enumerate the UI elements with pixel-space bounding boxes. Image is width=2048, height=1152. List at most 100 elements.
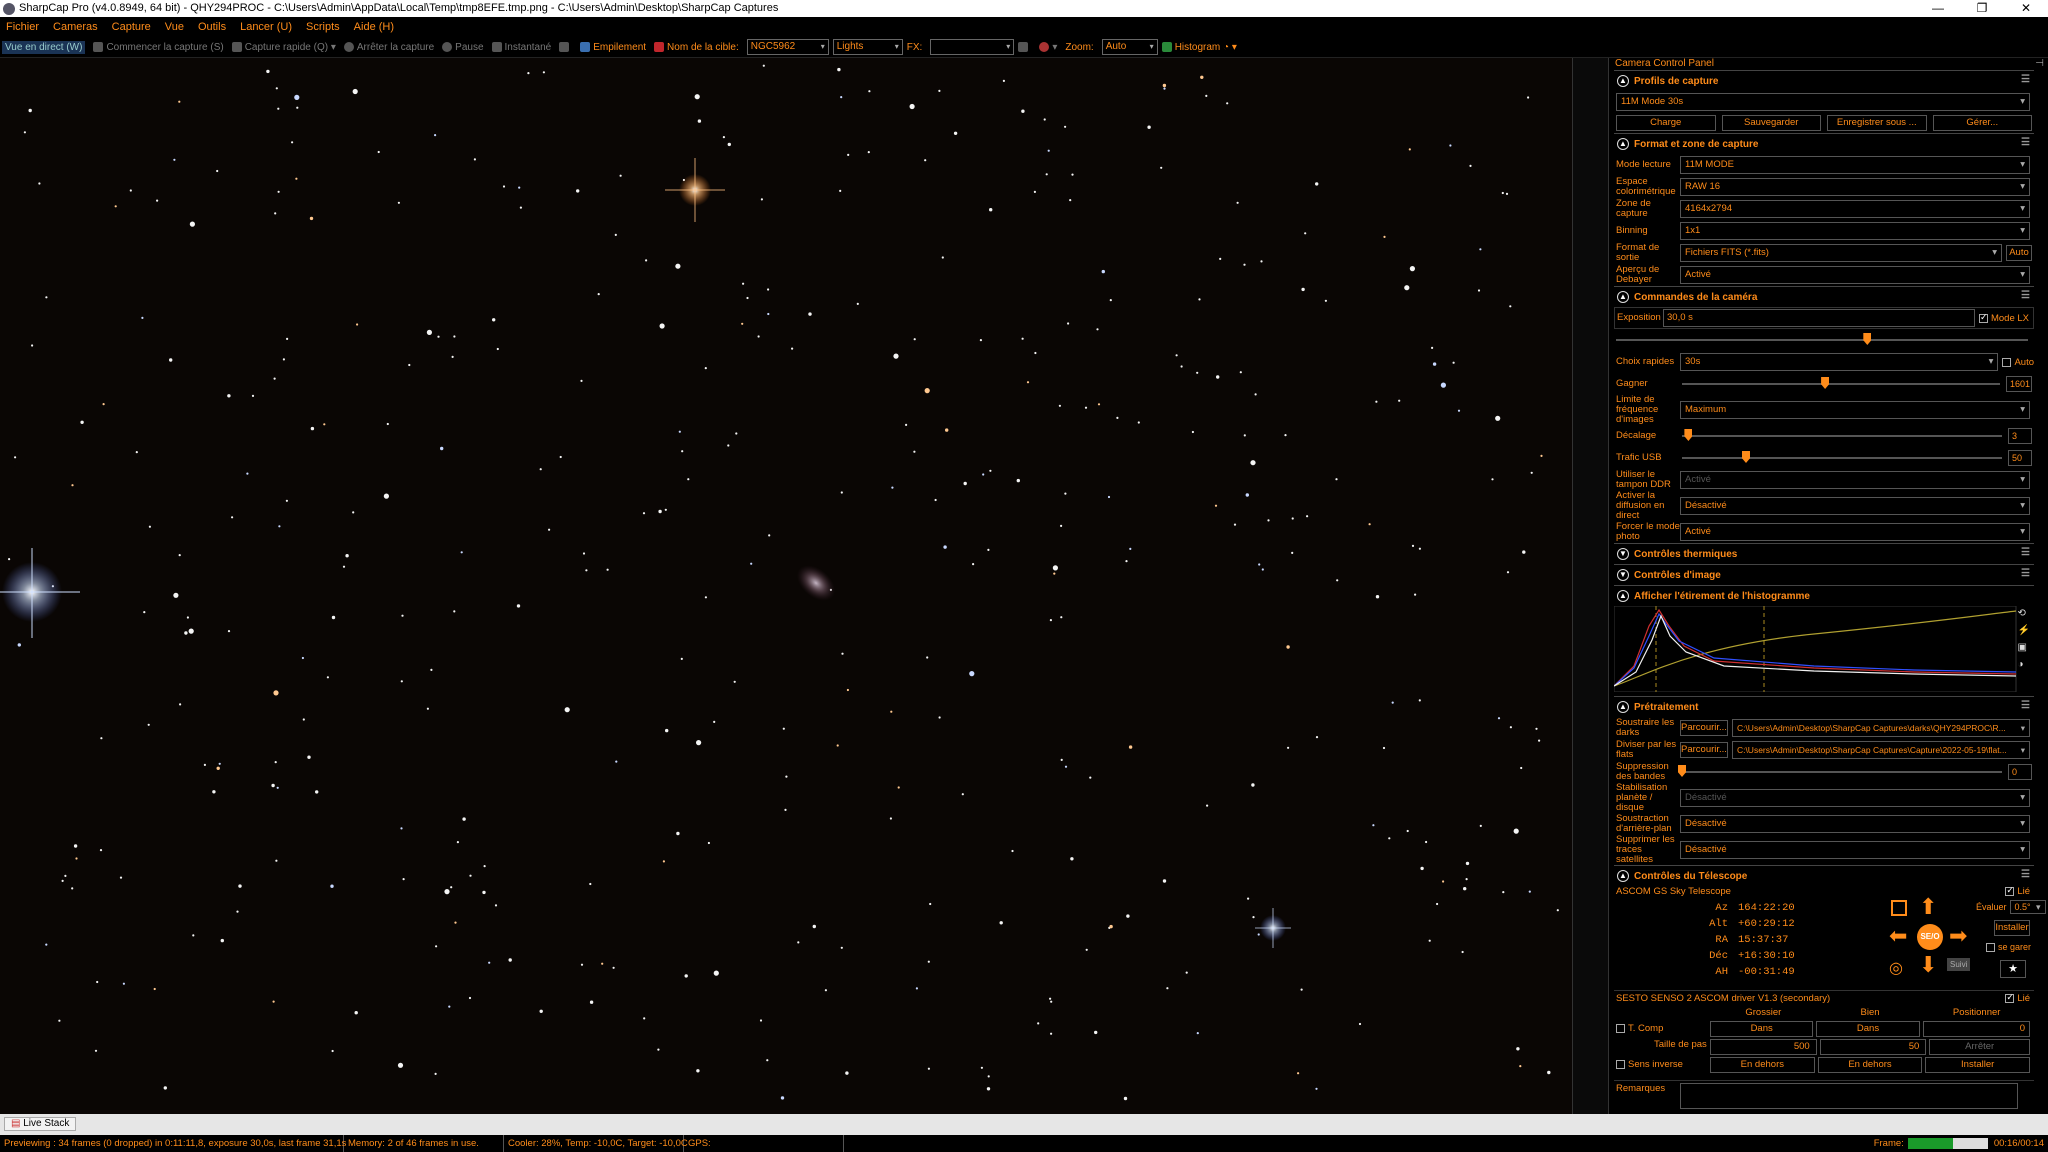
save-as-profile-button[interactable]: Enregistrer sous ... [1827,115,1927,131]
menu-lancer[interactable]: Lancer (U) [240,21,292,33]
slew-rate-select[interactable]: 0.5° [2009,900,2046,914]
gain-value[interactable]: 1601 [2006,376,2032,392]
output-format-select[interactable]: Fichiers FITS (*.fits) [1680,244,2002,262]
menu-scripts[interactable]: Scripts [306,21,340,33]
close-button[interactable]: ✕ [2004,0,2048,17]
slider-thumb[interactable] [1821,377,1830,389]
arrow-up-icon[interactable]: ⬆ [1919,896,1937,918]
hamburger-icon[interactable]: ☰ [2021,547,2030,558]
focus-out-fine-button[interactable]: En dehors [1817,1057,1923,1073]
histogram-button[interactable]: Histogram ◔ ▾ [1161,42,1237,53]
banding-slider[interactable] [1678,763,2002,781]
reverse-checkbox[interactable] [1616,1059,1625,1069]
gain-slider[interactable] [1682,375,2000,393]
debayer-preview-select[interactable]: Activé [1680,266,2030,284]
section-header-telescope[interactable]: ▲ Contrôles du Télescope ☰ [1614,866,2034,886]
exposure-input[interactable]: 30,0 s [1663,309,1975,327]
framerate-limit-select[interactable]: Maximum [1680,401,2030,419]
exposure-slider[interactable] [1616,331,2028,349]
stacking-button[interactable]: Empilement [580,42,646,53]
section-header-thermal[interactable]: ▼ Contrôles thermiques ☰ [1614,544,2034,564]
focus-stop-button[interactable]: Arrêter [1929,1039,2031,1055]
usb-traffic-slider[interactable] [1682,449,2002,467]
flat-browse-button[interactable]: Parcourir... [1680,742,1728,758]
minimize-button[interactable]: — [1916,0,1960,17]
section-header-format[interactable]: ▲ Format et zone de capture ☰ [1614,134,2034,154]
load-profile-button[interactable]: Charge [1616,115,1716,131]
pin-icon[interactable]: ⊣ [2035,58,2044,70]
photo-mode-select[interactable]: Activé [1680,523,2030,541]
temp-comp-checkbox[interactable] [1616,1023,1625,1033]
quick-capture-button[interactable]: Capture rapide (Q) ▾ [231,42,336,53]
section-header-profiles[interactable]: ▲ Profils de capture ☰ [1614,71,2034,91]
collapse-icon[interactable]: ▲ [1617,870,1629,882]
color-space-select[interactable]: RAW 16 [1680,178,2030,196]
slider-thumb[interactable] [1684,429,1693,441]
stabilization-select[interactable]: Désactivé [1680,789,2030,807]
hamburger-icon[interactable]: ☰ [2021,290,2030,301]
section-header-histogram[interactable]: ▲ Afficher l'étirement de l'histogramme [1614,586,2034,606]
target-name-input[interactable]: NGC5962 ▾ [746,39,829,55]
dark-browse-button[interactable]: Parcourir... [1680,720,1728,736]
reset-stretch-icon[interactable]: ⟲ [2018,608,2030,619]
collapse-icon[interactable]: ▲ [1617,291,1629,303]
frame-type-select[interactable]: Lights ▾ [832,39,903,55]
menu-capture[interactable]: Capture [112,21,151,33]
menu-fichier[interactable]: Fichier [6,21,39,33]
image-viewer[interactable] [0,58,1572,1114]
hamburger-icon[interactable]: ☰ [2021,74,2030,85]
fine-step-input[interactable]: 50 [1819,1039,1927,1055]
pause-button[interactable]: Pause [442,42,484,53]
focuser-linked-checkbox[interactable] [2005,992,2015,1003]
zoom-select[interactable]: Auto ▾ [1101,39,1158,55]
grid-button[interactable] [1018,42,1031,52]
collapse-icon[interactable]: ▲ [1617,590,1629,602]
quick-picks-select[interactable]: 30s [1680,353,1999,371]
menu-aide[interactable]: Aide (H) [354,21,394,33]
menu-vue[interactable]: Vue [165,21,184,33]
broadcast-select[interactable]: Désactivé [1680,497,2030,515]
collapse-icon[interactable]: ▲ [1617,138,1629,150]
focus-in-fine-button[interactable]: Dans [1816,1021,1920,1037]
mount-setup-button[interactable]: Installer [1994,920,2030,936]
star-icon[interactable]: ★ [2000,960,2026,978]
arrow-down-icon[interactable]: ⬇ [1919,954,1937,976]
live-stack-tab[interactable]: ▤ Live Stack [4,1117,77,1131]
focus-in-coarse-button[interactable]: Dans [1710,1021,1814,1037]
slider-thumb[interactable] [1742,451,1750,463]
capture-area-select[interactable]: 4164x2794 [1680,200,2030,218]
offset-slider[interactable] [1682,427,2002,445]
stop-capture-button[interactable]: Arrêter la capture [343,42,434,53]
viewer-scrollbar[interactable] [1572,58,1608,1114]
section-header-camera[interactable]: ▲ Commandes de la caméra ☰ [1614,287,2034,307]
tracking-button[interactable]: Suivi [1947,958,1971,971]
banding-value[interactable]: 0 [2008,764,2032,780]
collapse-icon[interactable]: ▲ [1617,701,1629,713]
auto-stretch-icon[interactable]: ⚡ [2018,625,2030,636]
center-slew-button[interactable]: SE/O [1917,924,1943,950]
flat-file-select[interactable]: C:\Users\Admin\Desktop\SharpCap Captures… [1731,741,2030,759]
binning-select[interactable]: 1x1 [1680,222,2030,240]
snapshot-button[interactable]: Instantané [491,42,551,53]
usb-traffic-value[interactable]: 50 [2008,450,2032,466]
focus-position-input[interactable]: 0 [1922,1021,2030,1037]
focus-out-coarse-button[interactable]: En dehors [1710,1057,1815,1073]
goto-icon[interactable] [1891,900,1907,916]
expand-icon[interactable]: ▼ [1617,569,1629,581]
fx-select[interactable]: ▾ [930,39,1015,55]
coarse-step-input[interactable]: 500 [1710,1039,1817,1055]
tool-button[interactable] [559,42,572,52]
arrow-left-icon[interactable]: ⬅ [1889,925,1907,947]
hamburger-icon[interactable]: ☰ [2021,137,2030,148]
start-capture-button[interactable]: Commencer la capture (S) [93,42,224,53]
manage-profiles-button[interactable]: Gérer... [1932,115,2032,131]
park-checkbox[interactable] [1986,943,1995,953]
hamburger-icon[interactable]: ☰ [2021,869,2030,880]
auto-exposure-checkbox[interactable] [2002,357,2012,367]
focuser-setup-button[interactable]: Installer [1925,1057,2031,1073]
slider-thumb[interactable] [1863,333,1872,345]
ddr-buffer-select[interactable]: Activé [1680,471,2030,489]
readout-mode-select[interactable]: 11M MODE [1680,156,2030,174]
notes-input[interactable] [1680,1083,2018,1109]
reticle-button[interactable]: ▾ [1039,42,1057,53]
